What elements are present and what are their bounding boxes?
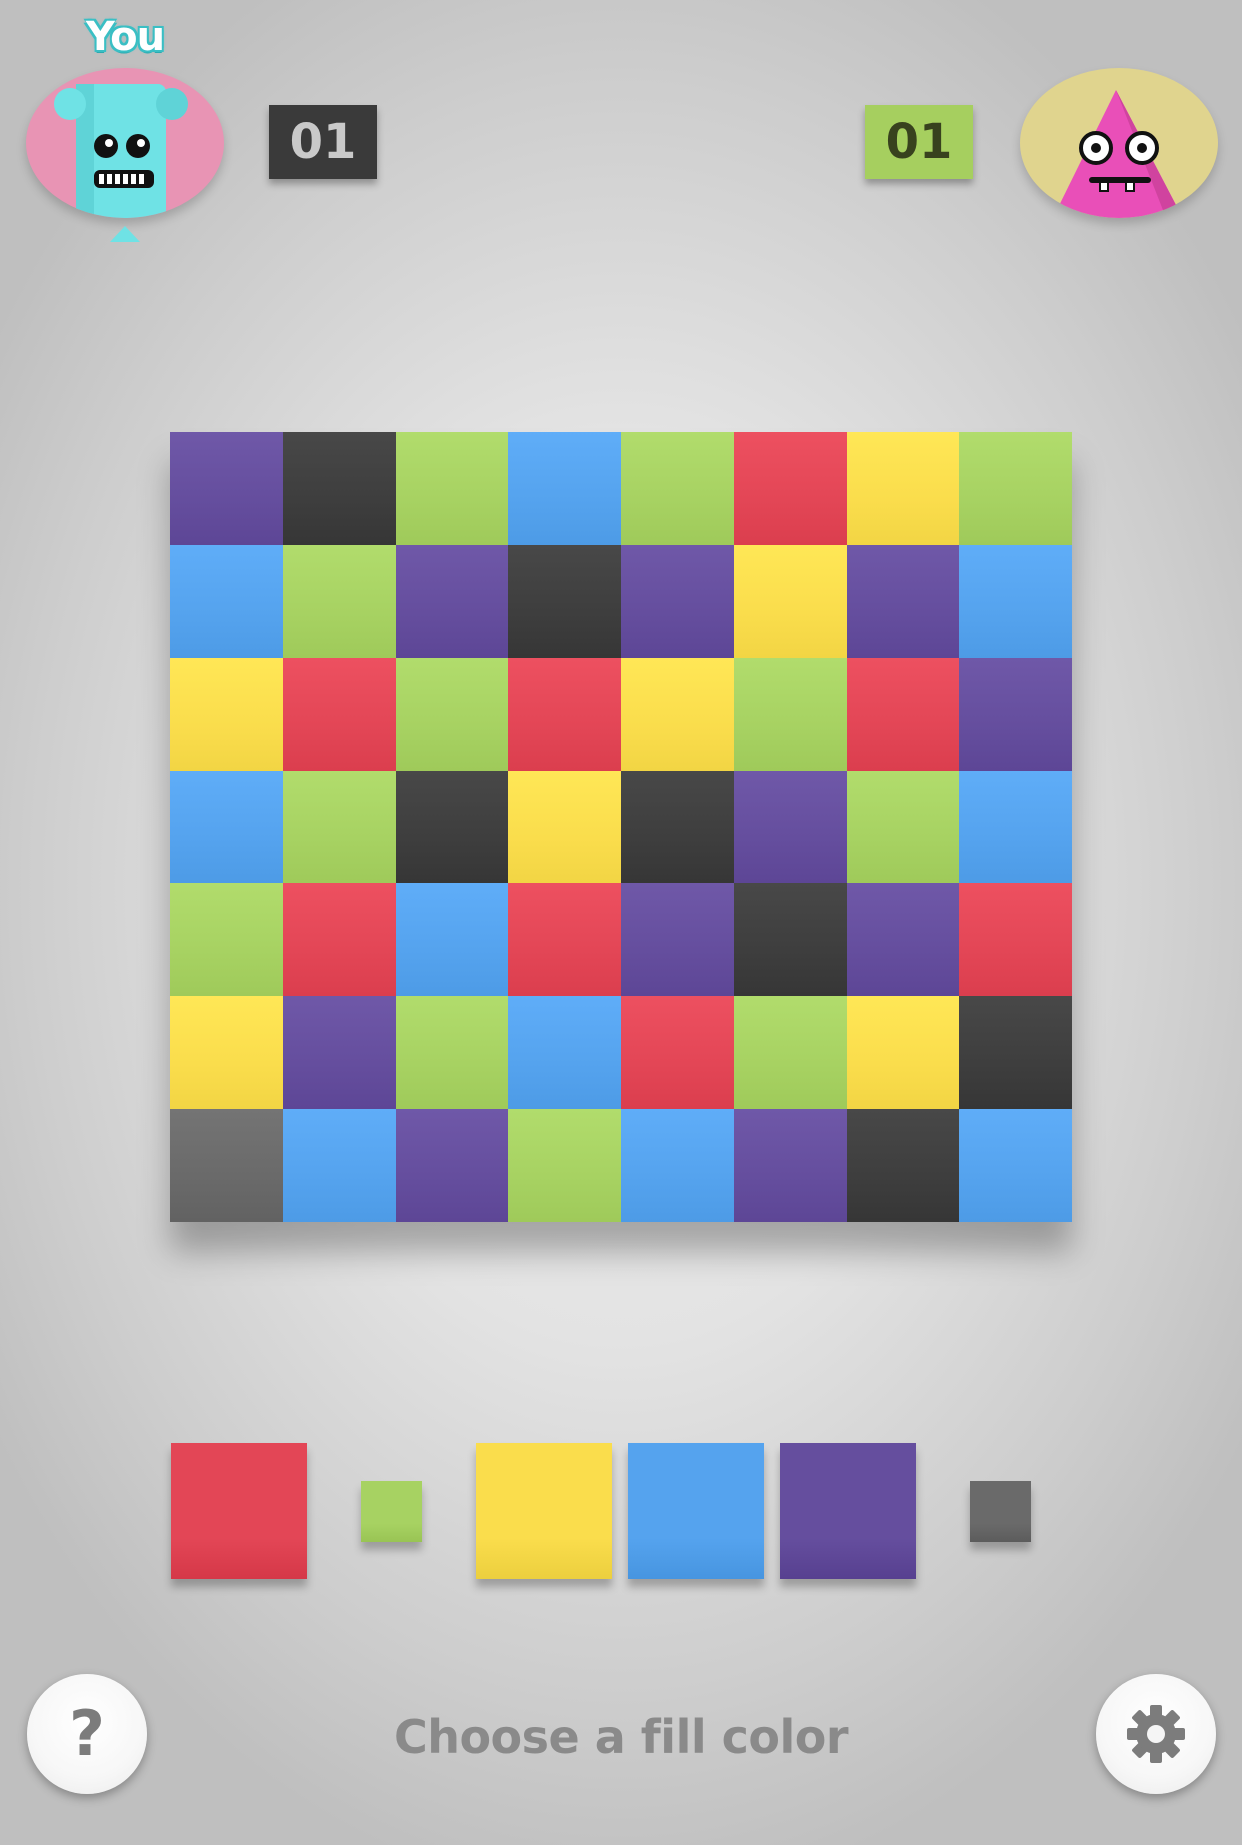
board-cell-yellow (621, 657, 734, 771)
board-cell-yellow (846, 996, 960, 1110)
board-cell-blue (959, 770, 1072, 884)
board-cell-purple (846, 544, 960, 658)
fill-color-palette (171, 1443, 1035, 1579)
board-cell-black (733, 883, 847, 997)
board-cell-green (395, 432, 509, 545)
board-cell-purple (395, 544, 509, 658)
board-cell-green (733, 657, 847, 771)
board-cell-green (282, 544, 396, 658)
board-cell-black (959, 996, 1072, 1110)
board-cell-green (395, 996, 509, 1110)
board-cell-purple (733, 1109, 847, 1222)
board-cell-yellow (170, 657, 283, 771)
swatch-blue[interactable] (628, 1443, 764, 1579)
board-cell-green (395, 657, 509, 771)
board-cell-green (170, 883, 283, 997)
board-cell-green (508, 1109, 621, 1222)
cyan-monster-icon (54, 84, 188, 218)
swatch-purple[interactable] (780, 1443, 916, 1579)
board-cell-gray (170, 1109, 283, 1222)
pink-triangle-monster-icon (1052, 90, 1183, 218)
board-cell-red (282, 883, 396, 997)
board-cell-green (959, 432, 1072, 545)
board-cell-blue (959, 1109, 1072, 1222)
board-cell-blue (959, 544, 1072, 658)
board-cell-yellow (846, 432, 960, 545)
board-cell-purple (621, 883, 734, 997)
board-cell-red (846, 657, 960, 771)
swatch-gray-unavailable (970, 1480, 1031, 1542)
swatch-red[interactable] (171, 1443, 307, 1579)
board-cell-blue (508, 996, 621, 1110)
board-cell-blue (170, 770, 283, 884)
board-cell-red (282, 657, 396, 771)
game-board (170, 432, 1072, 1222)
board-cell-black (621, 770, 734, 884)
board-cell-blue (170, 544, 283, 658)
board-cell-purple (395, 1109, 509, 1222)
board-cell-purple (170, 432, 283, 545)
board-cell-red (621, 996, 734, 1110)
board-cell-purple (846, 883, 960, 997)
board-cell-black (846, 1109, 960, 1222)
board-cell-green (282, 770, 396, 884)
board-cell-black (508, 544, 621, 658)
player1-score: 01 (269, 105, 377, 179)
board-cell-green (846, 770, 960, 884)
board-cell-yellow (170, 996, 283, 1110)
board-cell-green (621, 432, 734, 545)
board-cell-red (508, 657, 621, 771)
board-cell-red (959, 883, 1072, 997)
status-message: Choose a fill color (393, 1710, 849, 1764)
board-cell-yellow (508, 770, 621, 884)
board-cell-blue (282, 1109, 396, 1222)
player-you-label: You (85, 14, 165, 60)
swatch-green-unavailable (361, 1480, 422, 1542)
gear-icon (1127, 1705, 1185, 1763)
swatch-yellow[interactable] (476, 1443, 612, 1579)
board-cell-blue (395, 883, 509, 997)
board-cell-green (733, 996, 847, 1110)
active-turn-indicator (110, 226, 140, 242)
board-cell-red (733, 432, 847, 545)
board-cell-purple (282, 996, 396, 1110)
board-cell-purple (621, 544, 734, 658)
board-cell-purple (959, 657, 1072, 771)
board-cell-blue (621, 1109, 734, 1222)
player2-avatar (1020, 68, 1218, 218)
settings-button[interactable] (1096, 1674, 1216, 1794)
board-cell-blue (508, 432, 621, 545)
board-cell-black (282, 432, 396, 545)
board-cell-yellow (733, 544, 847, 658)
player2-score: 01 (865, 105, 973, 179)
board-cell-purple (733, 770, 847, 884)
player1-avatar (26, 68, 224, 218)
board-cell-black (395, 770, 509, 884)
board-cell-red (508, 883, 621, 997)
